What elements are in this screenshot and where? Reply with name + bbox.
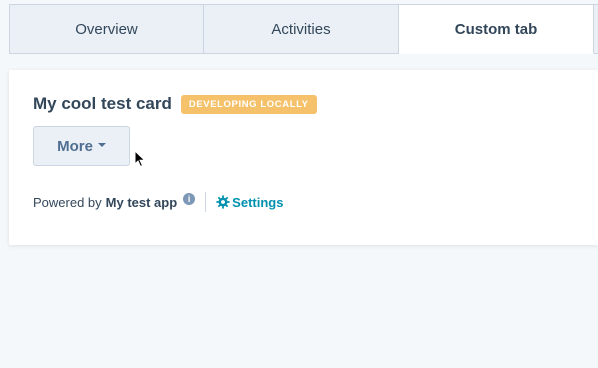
more-button-label: More <box>57 137 93 155</box>
footer-divider <box>205 192 207 212</box>
info-icon[interactable]: i <box>183 193 196 205</box>
page: Overview Activities Custom tab My cool t… <box>0 0 598 368</box>
status-badge: DEVELOPING LOCALLY <box>180 94 317 114</box>
tab-bar-filler <box>594 4 598 54</box>
gear-icon <box>216 195 230 209</box>
tab-custom[interactable]: Custom tab <box>399 4 594 54</box>
caret-down-icon <box>97 143 106 147</box>
tab-overview[interactable]: Overview <box>9 4 204 54</box>
mouse-pointer-icon <box>134 150 146 168</box>
card-title: My cool test card <box>33 94 172 113</box>
powered-by-label: Powered by <box>33 194 102 210</box>
more-button[interactable]: More <box>33 126 130 166</box>
settings-label: Settings <box>232 194 284 210</box>
card-header: My cool test card DEVELOPING LOCALLY <box>33 94 317 114</box>
tab-bar: Overview Activities Custom tab <box>9 4 598 54</box>
settings-link[interactable]: Settings <box>216 195 283 210</box>
card-footer: Powered by My test app i Settings <box>33 192 283 212</box>
extension-card: My cool test card DEVELOPING LOCALLY Mor… <box>9 70 598 245</box>
app-name: My test app <box>105 194 178 210</box>
tab-activities[interactable]: Activities <box>204 4 399 54</box>
